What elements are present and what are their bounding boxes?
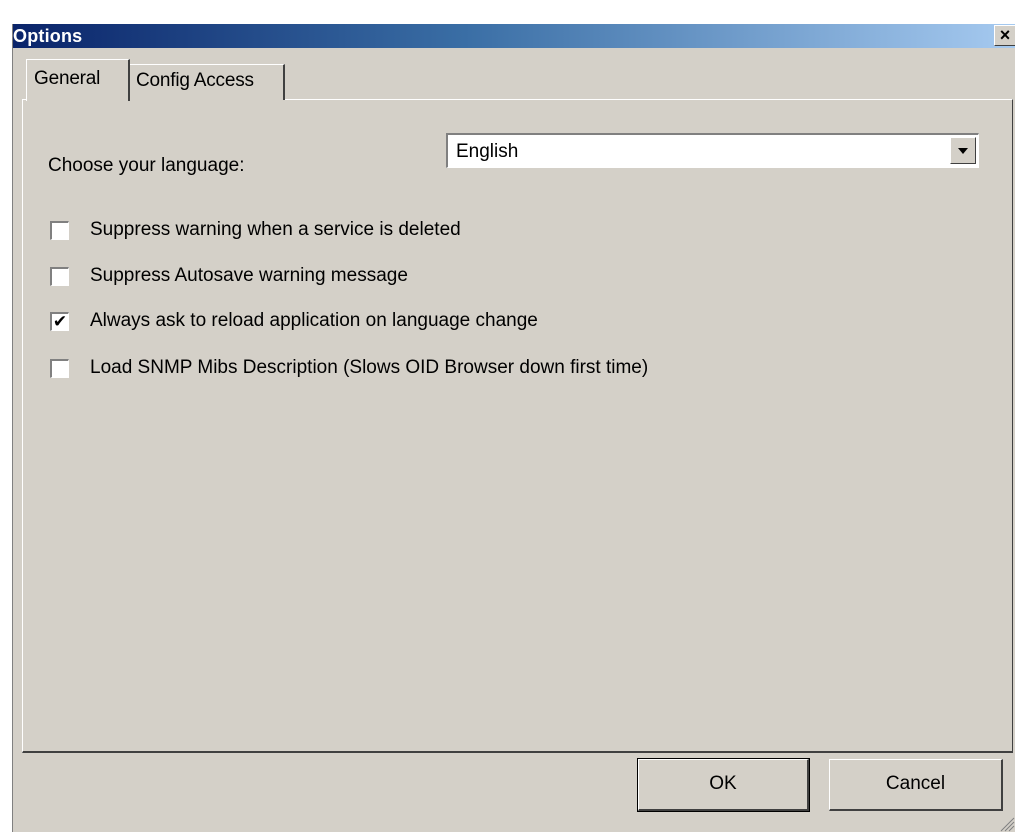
checkbox-suppress-service-delete-warning[interactable]	[50, 221, 69, 240]
chevron-down-icon	[958, 148, 968, 154]
language-label: Choose your language:	[48, 155, 245, 176]
tab-config-access-label: Config Access	[136, 70, 254, 91]
title-bar[interactable]: Options ×	[13, 24, 1015, 48]
checkbox-suppress-autosave-warning[interactable]	[50, 267, 69, 286]
options-dialog: Options × General Config Access Choose y…	[12, 24, 1015, 832]
option-label: Suppress Autosave warning message	[90, 265, 408, 286]
tab-config-access[interactable]: Config Access	[128, 64, 285, 100]
option-label: Load SNMP Mibs Description (Slows OID Br…	[90, 357, 649, 378]
option-label: Always ask to reload application on lang…	[90, 310, 538, 331]
close-button[interactable]: ×	[994, 25, 1015, 46]
language-value: English	[456, 141, 519, 162]
option-label: Suppress warning when a service is delet…	[90, 219, 461, 240]
ok-button[interactable]: OK	[637, 758, 810, 812]
close-icon: ×	[999, 25, 1011, 45]
checkmark-icon: ✔	[52, 312, 68, 331]
tab-panel-general	[22, 99, 1013, 753]
cancel-button[interactable]: Cancel	[829, 759, 1003, 811]
language-dropdown-button[interactable]	[950, 137, 976, 164]
dialog-title: Options	[13, 26, 83, 46]
tab-general-label: General	[34, 68, 101, 89]
resize-grip-icon[interactable]	[997, 814, 1015, 832]
tab-general[interactable]: General	[26, 59, 130, 101]
checkbox-ask-reload-on-language-change[interactable]: ✔	[50, 312, 69, 331]
checkbox-load-snmp-mibs-description[interactable]	[50, 359, 69, 378]
language-select[interactable]: English	[446, 133, 979, 168]
